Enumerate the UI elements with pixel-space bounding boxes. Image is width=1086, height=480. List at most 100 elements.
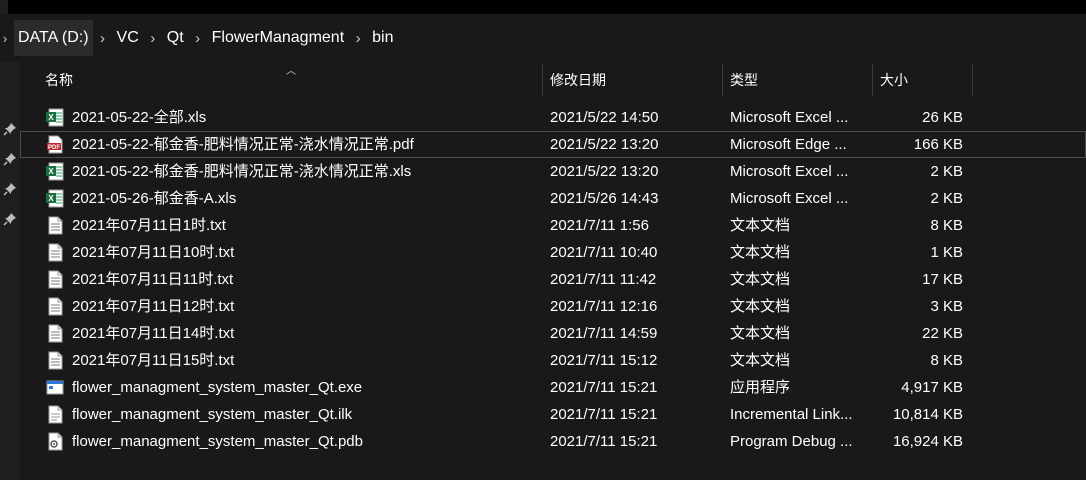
- file-modified-date: 2021/7/11 15:21: [550, 406, 658, 423]
- excel-icon: X: [46, 108, 64, 127]
- file-type: Microsoft Excel ...: [730, 190, 849, 207]
- breadcrumb-item-flowermanagment[interactable]: FlowerManagment: [208, 20, 349, 56]
- breadcrumb-chevron-icon[interactable]: ›: [96, 30, 110, 47]
- breadcrumb-chevron-icon[interactable]: ›: [351, 30, 365, 47]
- svg-text:X: X: [48, 113, 54, 122]
- file-type: 文本文档: [730, 271, 791, 288]
- text-file-icon: [46, 270, 64, 289]
- file-type: Microsoft Edge ...: [730, 136, 847, 153]
- breadcrumb-chevron-icon[interactable]: ›: [191, 30, 205, 47]
- file-modified-date: 2021/5/22 13:20: [550, 136, 659, 153]
- pdf-icon: PDF: [46, 135, 64, 154]
- file-name[interactable]: 2021年07月11日15时.txt: [72, 347, 542, 374]
- navigation-pane-edge: [0, 62, 20, 480]
- column-divider[interactable]: [972, 64, 973, 96]
- file-name[interactable]: 2021年07月11日14时.txt: [72, 320, 542, 347]
- file-name[interactable]: flower_managment_system_master_Qt.ilk: [72, 401, 542, 428]
- file-row[interactable]: PDF 2021-05-22-郁金香-肥料情况正常-浇水情况正常.pdf 2021/…: [20, 131, 1086, 158]
- file-name[interactable]: 2021年07月11日1时.txt: [72, 212, 542, 239]
- file-row[interactable]: X 2021-05-22-郁金香-肥料情况正常-浇水情况正常.xls 2021/5/…: [20, 158, 1086, 185]
- file-modified-date: 2021/7/11 1:56: [550, 217, 649, 234]
- file-size: 166 KB: [913, 136, 963, 153]
- text-file-icon: [46, 351, 64, 370]
- pin-icon[interactable]: [3, 182, 17, 196]
- file-size: 16,924 KB: [892, 433, 963, 450]
- file-row[interactable]: 2021年07月11日10时.txt 2021/7/11 10:40 文本文档 1 K…: [20, 239, 1086, 266]
- file-type: Microsoft Excel ...: [730, 163, 849, 180]
- pin-icon[interactable]: [3, 212, 17, 226]
- file-row[interactable]: X 2021-05-22-全部.xls 2021/5/22 14:50 Microso…: [20, 104, 1086, 131]
- file-modified-date: 2021/7/11 15:21: [550, 379, 658, 396]
- file-size: 2 KB: [930, 163, 963, 180]
- file-modified-date: 2021/7/11 14:59: [550, 325, 658, 342]
- file-row[interactable]: 2021年07月11日11时.txt 2021/7/11 11:42 文本文档 17 …: [20, 266, 1086, 293]
- breadcrumb-chevron-icon[interactable]: ›: [146, 30, 160, 47]
- excel-icon: X: [46, 189, 64, 208]
- excel-icon: X: [46, 162, 64, 181]
- file-size: 22 KB: [922, 325, 963, 342]
- column-header-date[interactable]: 修改日期: [550, 62, 606, 98]
- column-header-type[interactable]: 类型: [730, 62, 758, 98]
- svg-text:X: X: [48, 167, 54, 176]
- breadcrumb-item-vc[interactable]: VC: [113, 20, 143, 56]
- breadcrumb-item-drive[interactable]: DATA (D:): [14, 20, 93, 56]
- file-modified-date: 2021/5/26 14:43: [550, 190, 659, 207]
- pin-icon[interactable]: [3, 122, 17, 136]
- text-file-icon: [46, 324, 64, 343]
- file-row[interactable]: X 2021-05-26-郁金香-A.xls 2021/5/26 14:43 Micr…: [20, 185, 1086, 212]
- file-size: 26 KB: [922, 109, 963, 126]
- window-corner: [0, 0, 8, 14]
- column-headers: ︿ 名称 修改日期 类型 大小: [20, 62, 1086, 98]
- file-row[interactable]: 2021年07月11日15时.txt 2021/7/11 15:12 文本文档 8 K…: [20, 347, 1086, 374]
- file-row[interactable]: flower_managment_system_master_Qt.ilk 202…: [20, 401, 1086, 428]
- text-file-icon: [46, 297, 64, 316]
- file-row[interactable]: flower_managment_system_master_Qt.pdb 202…: [20, 428, 1086, 455]
- ilk-file-icon: [46, 405, 64, 424]
- file-name[interactable]: 2021年07月11日12时.txt: [72, 293, 542, 320]
- file-name[interactable]: 2021-05-22-郁金香-肥料情况正常-浇水情况正常.pdf: [72, 131, 542, 158]
- column-header-name[interactable]: 名称: [45, 62, 73, 98]
- file-name[interactable]: flower_managment_system_master_Qt.pdb: [72, 428, 542, 455]
- text-file-icon: [46, 243, 64, 262]
- file-row[interactable]: 2021年07月11日1时.txt 2021/7/11 1:56 文本文档 8 KB: [20, 212, 1086, 239]
- file-modified-date: 2021/5/22 14:50: [550, 109, 659, 126]
- file-size: 8 KB: [930, 217, 963, 234]
- file-name[interactable]: 2021-05-22-全部.xls: [72, 104, 542, 131]
- column-divider[interactable]: [722, 64, 723, 96]
- file-size: 1 KB: [930, 244, 963, 261]
- file-size: 17 KB: [922, 271, 963, 288]
- exe-icon: [46, 378, 64, 397]
- file-type: Incremental Link...: [730, 406, 853, 423]
- breadcrumb-item-qt[interactable]: Qt: [163, 20, 188, 56]
- file-type: 文本文档: [730, 325, 791, 342]
- file-modified-date: 2021/7/11 12:16: [550, 298, 658, 315]
- column-divider[interactable]: [542, 64, 543, 96]
- file-type: 文本文档: [730, 298, 791, 315]
- file-type: Program Debug ...: [730, 433, 853, 450]
- sort-ascending-icon: ︿: [286, 66, 296, 77]
- file-type: Microsoft Excel ...: [730, 109, 849, 126]
- file-modified-date: 2021/7/11 15:21: [550, 433, 658, 450]
- file-name[interactable]: 2021-05-26-郁金香-A.xls: [72, 185, 542, 212]
- file-row[interactable]: flower_managment_system_master_Qt.exe 202…: [20, 374, 1086, 401]
- file-type: 文本文档: [730, 244, 791, 261]
- file-name[interactable]: flower_managment_system_master_Qt.exe: [72, 374, 542, 401]
- file-name[interactable]: 2021年07月11日10时.txt: [72, 239, 542, 266]
- file-row[interactable]: 2021年07月11日12时.txt 2021/7/11 12:16 文本文档 3 K…: [20, 293, 1086, 320]
- file-modified-date: 2021/5/22 13:20: [550, 163, 659, 180]
- column-header-size[interactable]: 大小: [880, 62, 908, 98]
- column-divider[interactable]: [872, 64, 873, 96]
- pin-icon[interactable]: [3, 152, 17, 166]
- file-type: 文本文档: [730, 217, 791, 234]
- file-type: 文本文档: [730, 352, 791, 369]
- breadcrumb-overflow-chevron-icon[interactable]: ›: [0, 31, 10, 46]
- svg-text:X: X: [48, 194, 54, 203]
- address-bar[interactable]: › DATA (D:) › VC › Qt › FlowerManagment …: [0, 14, 1086, 62]
- breadcrumb-item-bin[interactable]: bin: [368, 20, 397, 56]
- file-modified-date: 2021/7/11 10:40: [550, 244, 658, 261]
- file-name[interactable]: 2021-05-22-郁金香-肥料情况正常-浇水情况正常.xls: [72, 158, 542, 185]
- file-size: 3 KB: [930, 298, 963, 315]
- pdb-file-icon: [46, 432, 64, 451]
- file-name[interactable]: 2021年07月11日11时.txt: [72, 266, 542, 293]
- file-row[interactable]: 2021年07月11日14时.txt 2021/7/11 14:59 文本文档 22 …: [20, 320, 1086, 347]
